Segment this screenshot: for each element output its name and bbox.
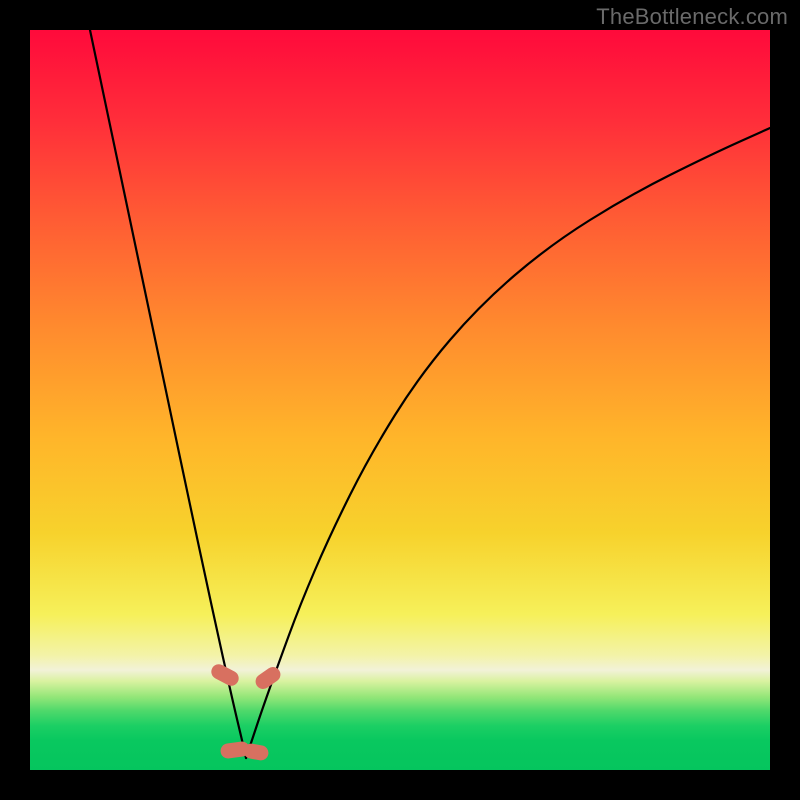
watermark-text: TheBottleneck.com — [596, 4, 788, 30]
curve-right-branch — [246, 128, 770, 758]
curve-layer — [30, 30, 770, 770]
curve-left-branch — [90, 30, 246, 758]
chart-frame: TheBottleneck.com — [0, 0, 800, 800]
plot-area — [30, 30, 770, 770]
data-markers — [209, 662, 282, 761]
data-marker-1 — [253, 665, 282, 691]
